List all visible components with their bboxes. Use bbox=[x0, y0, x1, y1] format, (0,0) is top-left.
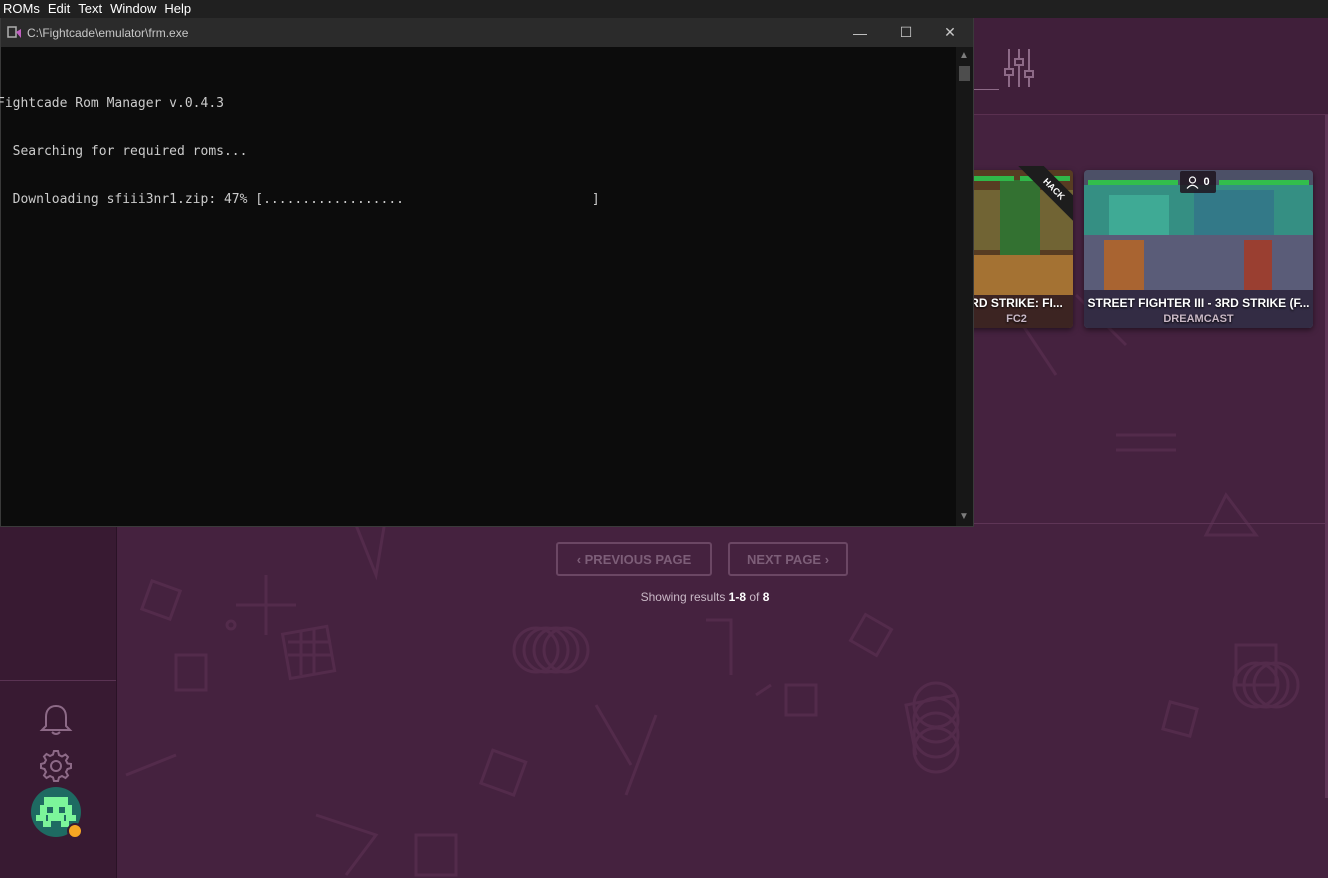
scroll-down-arrow-icon[interactable]: ▼ bbox=[959, 511, 969, 522]
menu-help[interactable]: Help bbox=[161, 0, 196, 18]
results-total: 8 bbox=[762, 590, 770, 604]
minimize-button[interactable]: — bbox=[837, 18, 883, 47]
next-page-button[interactable]: NEXT PAGE › bbox=[728, 542, 848, 576]
results-range: 1-8 bbox=[728, 590, 746, 604]
scroll-thumb[interactable] bbox=[959, 66, 970, 81]
status-dot bbox=[67, 823, 83, 839]
app-icon bbox=[7, 26, 21, 38]
results-summary: Showing results 1-8 of 8 bbox=[580, 590, 830, 604]
close-button[interactable]: ✕ bbox=[927, 18, 973, 47]
menu-window[interactable]: Window bbox=[107, 0, 161, 18]
user-icon bbox=[1186, 175, 1199, 189]
game-platform: DREAMCAST bbox=[1163, 313, 1234, 325]
menu-roms[interactable]: ROMs bbox=[0, 0, 45, 18]
results-prefix: Showing results bbox=[640, 590, 729, 604]
hack-badge: HACK bbox=[1015, 166, 1073, 228]
players-badge: 0 bbox=[1180, 171, 1216, 193]
console-line: Fightcade Rom Manager v.0.4.3 bbox=[0, 96, 224, 111]
menu-edit[interactable]: Edit bbox=[45, 0, 75, 18]
maximize-button[interactable]: ☐ bbox=[883, 18, 929, 47]
filter-sliders-icon[interactable] bbox=[1003, 47, 1035, 89]
gear-icon[interactable] bbox=[38, 748, 74, 784]
game-platform: FC2 bbox=[1006, 313, 1027, 325]
menu-text[interactable]: Text bbox=[75, 0, 107, 18]
fightcade-app: ROMs Edit Text Window Help RD STRIKE: FI… bbox=[0, 0, 1328, 878]
hack-ribbon: HACK bbox=[1003, 166, 1073, 236]
console-titlebar[interactable]: C:\Fightcade\emulator\frm.exe — ☐ ✕ bbox=[1, 18, 973, 47]
game-title: STREET FIGHTER III - 3RD STRIKE (F... bbox=[1087, 296, 1310, 310]
search-underline bbox=[972, 89, 999, 90]
content-divider bbox=[974, 523, 1328, 524]
console-line: Downloading sfiii3nr1.zip: 47% [........… bbox=[0, 192, 600, 207]
menu-bar: ROMs Edit Text Window Help bbox=[0, 0, 1328, 18]
scroll-up-arrow-icon[interactable]: ▲ bbox=[959, 50, 969, 61]
console-output: Fightcade Rom Manager v.0.4.3 Searching … bbox=[0, 64, 957, 240]
console-scrollbar[interactable]: ▲ ▼ bbox=[956, 47, 973, 526]
console-title: C:\Fightcade\emulator\frm.exe bbox=[27, 26, 189, 40]
bell-icon[interactable] bbox=[38, 702, 74, 738]
console-line: Searching for required roms... bbox=[0, 144, 248, 159]
console-window: C:\Fightcade\emulator\frm.exe — ☐ ✕ Figh… bbox=[0, 17, 974, 527]
game-title: RD STRIKE: FI... bbox=[970, 296, 1063, 310]
players-count: 0 bbox=[1203, 176, 1210, 188]
previous-page-button[interactable]: ‹ PREVIOUS PAGE bbox=[556, 542, 712, 576]
sidebar-divider bbox=[0, 680, 116, 681]
results-of: of bbox=[746, 590, 763, 604]
game-card[interactable]: 0 STREET FIGHTER III - 3RD STRIKE (F... … bbox=[1084, 170, 1313, 328]
